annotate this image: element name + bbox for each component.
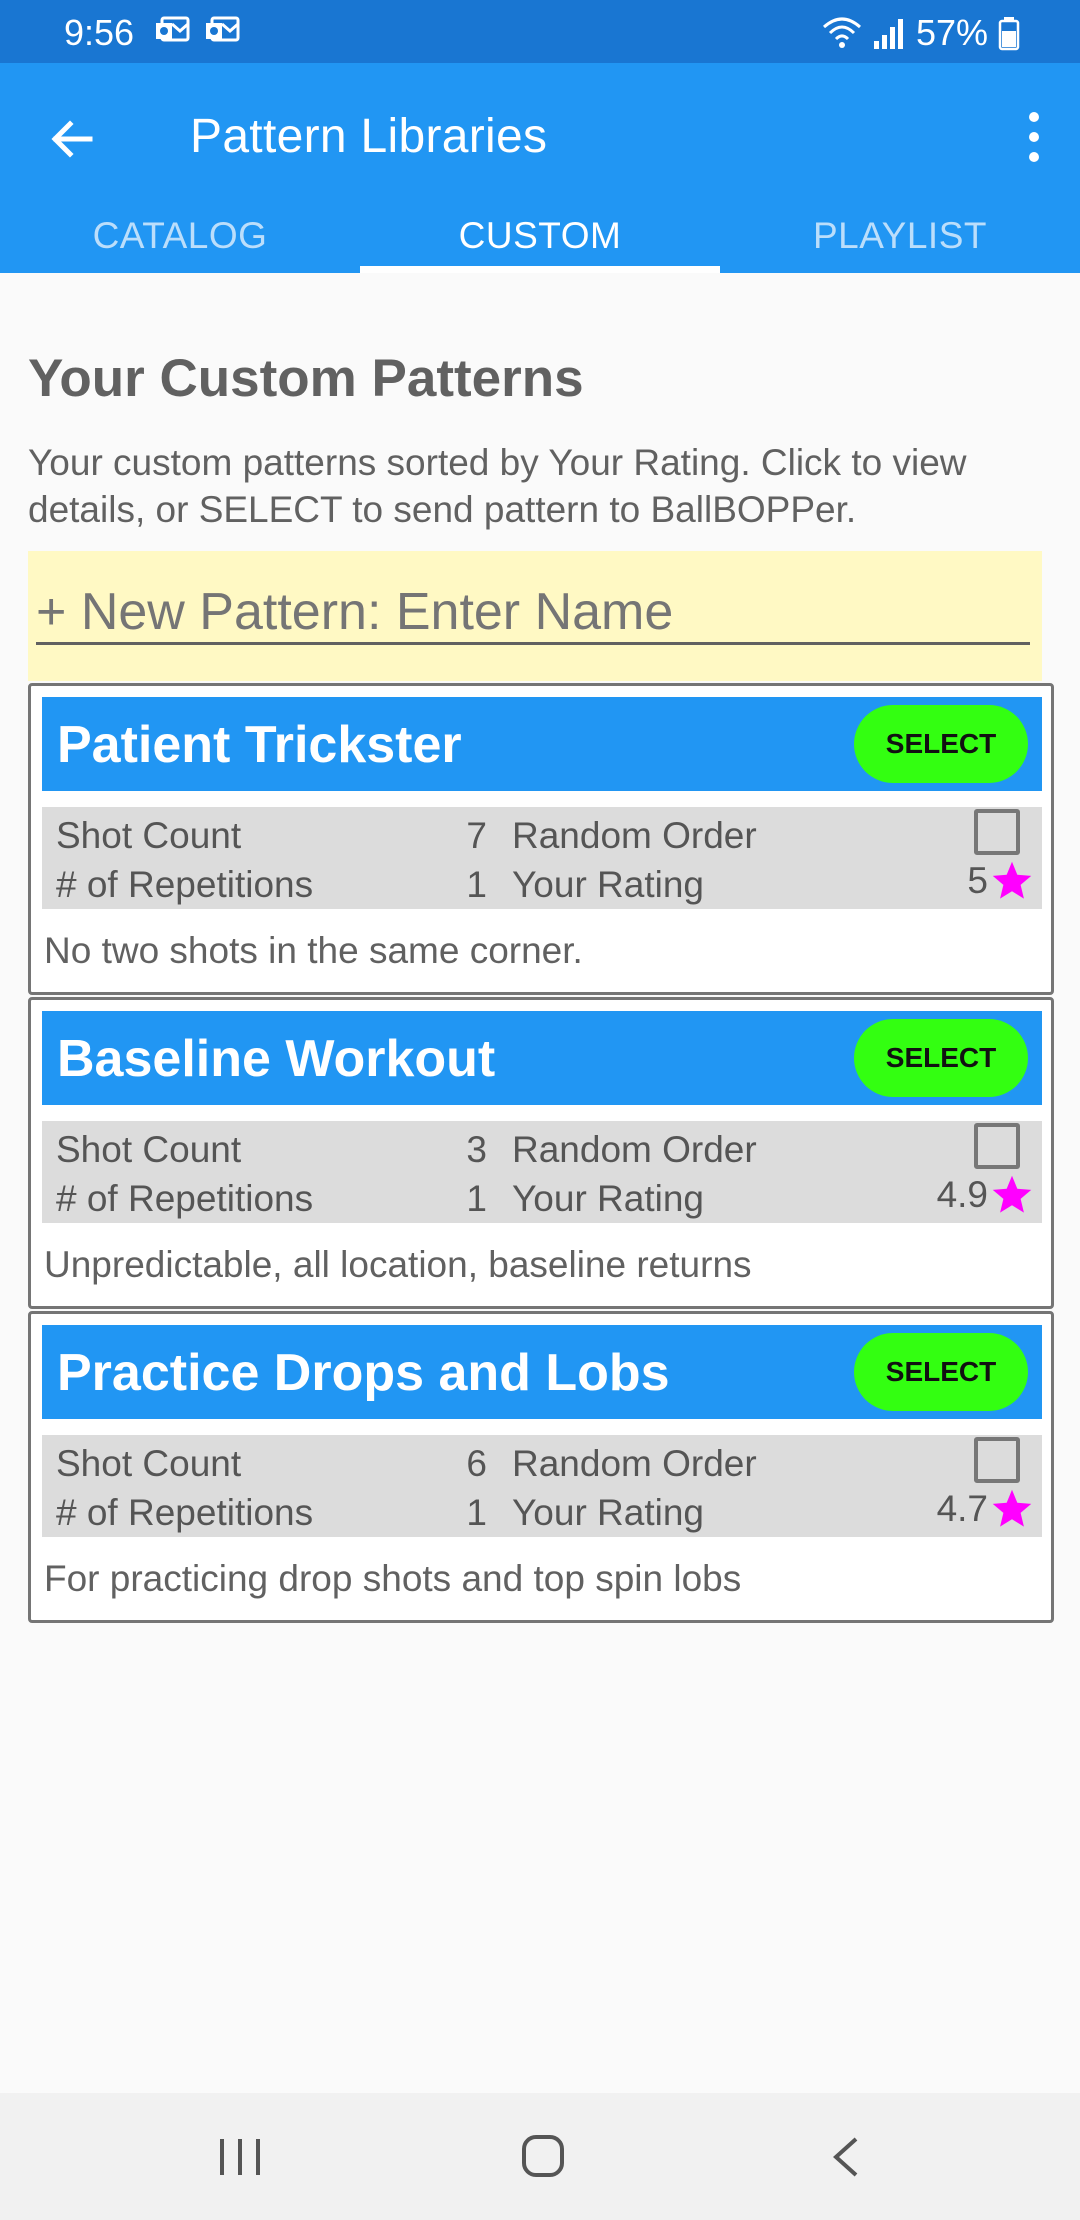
shot-count-value: 3 <box>466 1129 487 1170</box>
new-pattern-input[interactable] <box>36 581 1030 645</box>
pattern-card-header: Patient Trickster SELECT <box>42 697 1042 791</box>
pattern-stats: Shot Count 6 # of Repetitions 1 Random O… <box>42 1435 1042 1537</box>
repetitions-value: 1 <box>466 1492 487 1533</box>
pattern-card[interactable]: Practice Drops and Lobs SELECT Shot Coun… <box>28 1311 1054 1623</box>
star-icon <box>992 1175 1032 1213</box>
app-bar: Pattern Libraries CATALOG CUSTOM PLAYLIS… <box>0 63 1080 273</box>
rating-value: 4.9 <box>936 1174 988 1215</box>
pattern-card-header: Baseline Workout SELECT <box>42 1011 1042 1105</box>
pattern-stats: Shot Count 7 # of Repetitions 1 Random O… <box>42 807 1042 909</box>
new-pattern-box <box>28 551 1042 681</box>
rating-value: 5 <box>967 860 988 901</box>
rating: 5 <box>967 859 1034 903</box>
pattern-description: Unpredictable, all location, baseline re… <box>44 1244 752 1285</box>
rating: 4.9 <box>937 1173 1034 1217</box>
repetitions-label: # of Repetitions <box>56 864 314 905</box>
random-order-checkbox[interactable] <box>974 1123 1020 1169</box>
random-order-checkbox[interactable] <box>974 809 1020 855</box>
shot-count-value: 7 <box>466 815 487 856</box>
recents-icon[interactable] <box>218 2135 262 2179</box>
signal-icon <box>873 19 903 49</box>
tab-bar: CATALOG CUSTOM PLAYLIST <box>0 201 1080 273</box>
status-notifications <box>154 16 240 44</box>
back-icon[interactable] <box>828 2133 864 2181</box>
rating-value: 4.7 <box>936 1488 988 1529</box>
select-button[interactable]: SELECT <box>854 705 1028 783</box>
tab-catalog[interactable]: CATALOG <box>0 201 360 273</box>
rating: 4.7 <box>937 1487 1034 1531</box>
outlook-notification-icon <box>156 16 190 42</box>
pattern-stats: Shot Count 3 # of Repetitions 1 Random O… <box>42 1121 1042 1223</box>
your-rating-label: Your Rating <box>512 1492 704 1533</box>
your-rating-label: Your Rating <box>512 864 704 905</box>
more-vert-icon[interactable] <box>1014 107 1054 167</box>
pattern-card[interactable]: Patient Trickster SELECT Shot Count 7 # … <box>28 683 1054 995</box>
select-button[interactable]: SELECT <box>854 1333 1028 1411</box>
arrow-left-icon[interactable] <box>44 111 100 167</box>
battery-icon <box>998 17 1020 51</box>
app-title: Pattern Libraries <box>190 110 548 163</box>
status-time: 9:56 <box>64 12 135 53</box>
random-order-label: Random Order <box>512 1443 757 1484</box>
home-icon[interactable] <box>520 2133 566 2179</box>
pattern-card-header: Practice Drops and Lobs SELECT <box>42 1325 1042 1419</box>
battery-percent: 57% <box>915 12 988 53</box>
pattern-description: No two shots in the same corner. <box>44 930 583 971</box>
your-rating-label: Your Rating <box>512 1178 704 1219</box>
random-order-checkbox[interactable] <box>974 1437 1020 1483</box>
page-title: Your Custom Patterns <box>28 349 584 408</box>
random-order-label: Random Order <box>512 815 757 856</box>
status-right: 57% <box>822 12 1020 54</box>
pattern-name: Practice Drops and Lobs <box>57 1344 670 1402</box>
shot-count-label: Shot Count <box>56 815 242 856</box>
random-order-label: Random Order <box>512 1129 757 1170</box>
system-nav-bar <box>0 2093 1080 2220</box>
status-bar: 9:56 57% <box>0 0 1080 63</box>
shot-count-label: Shot Count <box>56 1443 242 1484</box>
star-icon <box>992 861 1032 899</box>
repetitions-value: 1 <box>466 1178 487 1219</box>
shot-count-label: Shot Count <box>56 1129 242 1170</box>
tab-custom[interactable]: CUSTOM <box>360 201 720 273</box>
pattern-description: For practicing drop shots and top spin l… <box>44 1558 742 1599</box>
repetitions-label: # of Repetitions <box>56 1178 314 1219</box>
tab-playlist[interactable]: PLAYLIST <box>720 201 1080 273</box>
wifi-icon <box>822 17 861 48</box>
repetitions-label: # of Repetitions <box>56 1492 314 1533</box>
pattern-card[interactable]: Baseline Workout SELECT Shot Count 3 # o… <box>28 997 1054 1309</box>
pattern-name: Patient Trickster <box>57 716 462 774</box>
repetitions-value: 1 <box>466 864 487 905</box>
select-button[interactable]: SELECT <box>854 1019 1028 1097</box>
star-icon <box>992 1489 1032 1527</box>
page-description: Your custom patterns sorted by Your Rati… <box>28 442 967 530</box>
outlook-notification-icon <box>206 16 240 42</box>
shot-count-value: 6 <box>466 1443 487 1484</box>
pattern-name: Baseline Workout <box>57 1030 496 1088</box>
